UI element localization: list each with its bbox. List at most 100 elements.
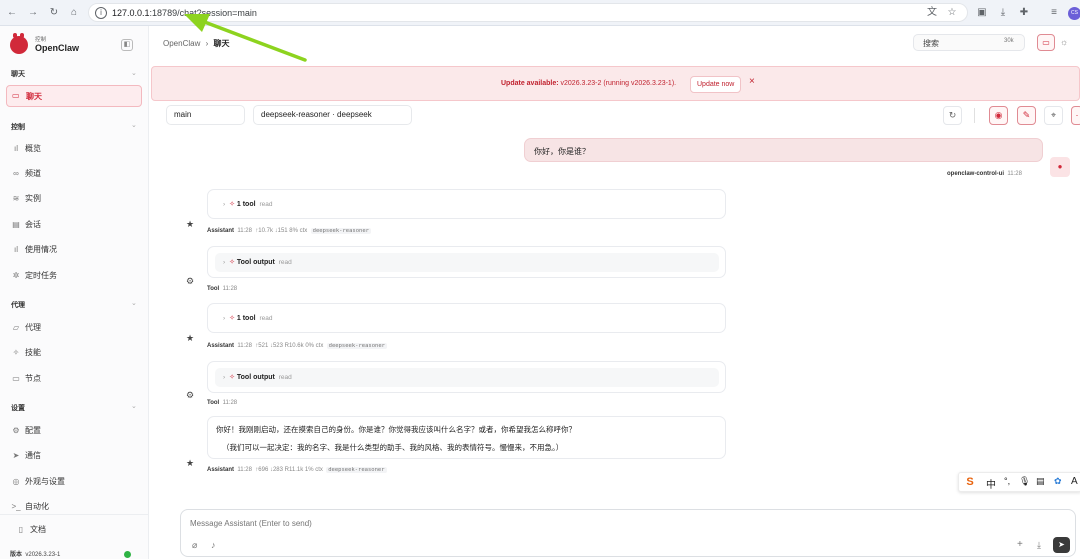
- skin-icon[interactable]: ✿: [1054, 476, 1062, 487]
- tool-output-summary[interactable]: › ✧ Tool output read: [223, 258, 292, 266]
- sidebar-item-instances[interactable]: ≋ 实例: [11, 191, 41, 205]
- tab-search-icon[interactable]: ≡: [1047, 6, 1061, 20]
- update-now-button[interactable]: Update now: [690, 76, 742, 93]
- user-message: 你好，你是谁？: [524, 138, 1043, 162]
- sidebar-item-label: 通信: [25, 450, 41, 460]
- model-select[interactable]: deepseek-reasoner · deepseek: [253, 105, 412, 125]
- search-label: 搜索: [923, 39, 939, 48]
- sidebar-item-overview[interactable]: ıl 概览: [11, 141, 41, 155]
- loader-icon: ✲: [12, 270, 20, 280]
- search-input[interactable]: 搜索 30k: [913, 34, 1025, 51]
- breadcrumb-separator: ›: [205, 39, 209, 48]
- microphone-icon[interactable]: 🎙: [1019, 476, 1030, 487]
- sidebar-item-cron[interactable]: ✲ 定时任务: [11, 268, 57, 282]
- punctuation-icon[interactable]: °,: [1004, 476, 1010, 486]
- link-icon: ∞: [13, 168, 19, 178]
- keyboard-icon[interactable]: ▤: [1036, 476, 1045, 487]
- home-icon[interactable]: ⌂: [67, 6, 81, 20]
- translate-icon[interactable]: 文: [925, 6, 939, 20]
- close-icon[interactable]: ×: [749, 76, 755, 87]
- extension-icon[interactable]: ▣: [975, 6, 989, 20]
- tool-output-message[interactable]: › ✧ Tool output read: [207, 361, 726, 393]
- send-icon: ➤: [12, 450, 20, 460]
- sparkle-icon: ✧: [229, 315, 235, 322]
- tool-summary[interactable]: › ✧ 1 tool read: [223, 200, 272, 208]
- sidebar-item-label: 代理: [25, 322, 41, 332]
- chevron-down-icon[interactable]: ⌄: [131, 402, 137, 410]
- more-icon[interactable]: A: [1071, 476, 1078, 487]
- brand-name: OpenClaw: [35, 43, 80, 53]
- brand-subtitle: 控制: [35, 37, 47, 43]
- download-icon[interactable]: ⤓: [1037, 540, 1041, 551]
- sidebar-item-appearance[interactable]: ◎ 外观与设置: [11, 474, 66, 488]
- more-icon[interactable]: ·: [1071, 106, 1080, 125]
- author: Assistant: [207, 467, 235, 473]
- ime-mode-toggle[interactable]: 中: [986, 476, 996, 491]
- chevron-down-icon[interactable]: ⌄: [131, 121, 137, 129]
- tool-output-summary[interactable]: › ✧ Tool output read: [223, 373, 292, 381]
- section-title-settings[interactable]: 设置: [11, 403, 25, 413]
- sidebar-item-channels[interactable]: ∞ 频道: [11, 166, 41, 180]
- divider: [974, 108, 975, 123]
- sidebar-item-comms[interactable]: ➤ 通信: [11, 448, 41, 462]
- section-title-chat[interactable]: 聊天: [11, 69, 25, 79]
- sidebar-item-label: 技能: [25, 347, 41, 357]
- chevron-down-icon[interactable]: ⌄: [131, 299, 137, 307]
- section-title-control[interactable]: 控制: [11, 122, 25, 132]
- tool-summary[interactable]: › ✧ 1 tool read: [223, 314, 272, 322]
- assistant-tool-message[interactable]: › ✧ 1 tool read: [207, 303, 726, 333]
- tool-output-message[interactable]: › ✧ Tool output read: [207, 246, 726, 278]
- monitor-icon[interactable]: ▭: [1037, 34, 1055, 51]
- sidebar-item-agents[interactable]: ▱ 代理: [11, 320, 41, 334]
- document-icon: ▯: [18, 524, 24, 534]
- brain-icon[interactable]: ◉: [989, 106, 1008, 125]
- download-icon[interactable]: ⤓: [996, 6, 1010, 20]
- message-meta: Tool 11:28: [207, 400, 237, 406]
- sidebar-item-usage[interactable]: ıl 使用情况: [11, 242, 57, 256]
- terminal-icon: >_: [11, 501, 21, 511]
- session-select[interactable]: main: [166, 105, 245, 125]
- message-composer[interactable]: ⌀ ♪ + ⤓ ➤: [180, 509, 1076, 557]
- focus-icon[interactable]: ⌖: [1044, 106, 1063, 125]
- site-info-icon[interactable]: i: [95, 7, 107, 19]
- add-icon[interactable]: +: [1017, 539, 1023, 550]
- microphone-icon[interactable]: ♪: [211, 540, 216, 550]
- sidebar-item-sessions[interactable]: ▤ 会话: [11, 217, 41, 231]
- message-text: 你好！我刚刚启动，还在摸索自己的身份。你是谁？你觉得我应该叫什么名字？或者，你希…: [216, 425, 576, 434]
- wrench-icon[interactable]: ✎: [1017, 106, 1036, 125]
- sidebar-item-skills[interactable]: ✧ 技能: [11, 345, 41, 359]
- section-title-agents[interactable]: 代理: [11, 300, 25, 310]
- forward-icon[interactable]: →: [26, 6, 40, 20]
- sidebar-item-label: 外观与设置: [25, 476, 65, 486]
- sidebar-item-label: 自动化: [25, 501, 49, 511]
- star-icon[interactable]: ☆: [945, 6, 959, 20]
- attachment-icon[interactable]: ⌀: [192, 540, 197, 551]
- sidebar-item-label: 使用情况: [25, 244, 57, 254]
- assistant-tool-message[interactable]: › ✧ 1 tool read: [207, 189, 726, 219]
- chevron-down-icon[interactable]: ⌄: [131, 69, 137, 77]
- puzzle-icon[interactable]: ✚: [1017, 6, 1031, 20]
- sidebar-item-config[interactable]: ⚙ 配置: [11, 423, 41, 437]
- timestamp: 11:28: [1007, 171, 1022, 177]
- sidebar-item-nodes[interactable]: ▭ 节点: [11, 371, 41, 385]
- message-input[interactable]: [190, 516, 890, 530]
- sidebar-item-chat[interactable]: ▭ 聊天: [6, 85, 142, 107]
- reload-icon[interactable]: ↻: [47, 6, 61, 20]
- timestamp: 11:28: [222, 400, 238, 406]
- sidebar-item-label: 文档: [30, 524, 46, 534]
- send-button[interactable]: ➤: [1053, 537, 1070, 553]
- tool-output-panel[interactable]: › ✧ Tool output read: [215, 368, 719, 387]
- sidebar-item-automation[interactable]: >_ 自动化: [11, 499, 49, 513]
- sogou-icon[interactable]: S: [963, 475, 977, 489]
- sidebar-item-docs[interactable]: ▯ 文档: [16, 522, 46, 536]
- breadcrumb-root[interactable]: OpenClaw: [163, 39, 200, 48]
- refresh-icon[interactable]: ↻: [943, 106, 962, 125]
- tool-output-panel[interactable]: › ✧ Tool output read: [215, 253, 719, 272]
- collapse-sidebar-icon[interactable]: ◧: [121, 39, 133, 51]
- profile-avatar[interactable]: CS: [1068, 7, 1080, 20]
- sparkle-icon: ✧: [12, 347, 20, 357]
- author: Assistant: [207, 228, 235, 234]
- model-badge: deepseek-reasoner: [326, 467, 387, 473]
- sun-icon[interactable]: ☼: [1060, 37, 1068, 47]
- back-icon[interactable]: ←: [5, 6, 19, 20]
